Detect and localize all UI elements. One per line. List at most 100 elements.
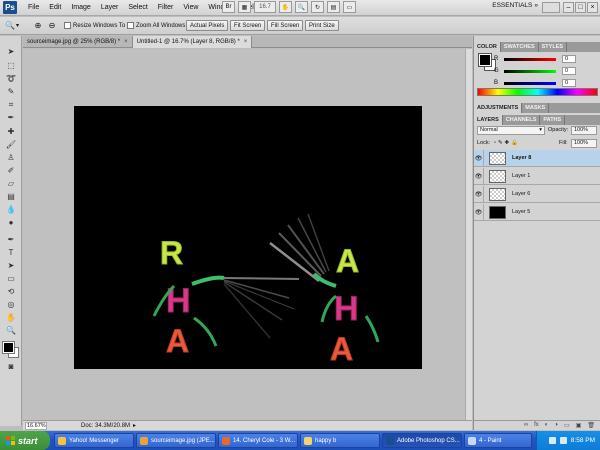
menu-file[interactable]: File <box>23 0 44 16</box>
workspace-switcher[interactable]: ESSENTIALS » <box>492 2 538 9</box>
3d-rotate-tool-icon[interactable]: ⟲ <box>5 286 17 297</box>
menu-view[interactable]: View <box>178 0 203 16</box>
new-group-icon[interactable]: ▭ <box>564 422 570 429</box>
task-sourceimage[interactable]: sourceimage.jpg (JPE... <box>136 433 216 448</box>
close-button[interactable]: × <box>587 2 598 13</box>
tab-color[interactable]: COLOR <box>474 42 501 52</box>
hand-tool-icon[interactable]: ✋ <box>279 1 292 13</box>
task-music[interactable]: 14. Cheryl Cole - 3 W... <box>218 433 298 448</box>
new-layer-icon[interactable]: ▣ <box>576 422 582 429</box>
maximize-button[interactable]: □ <box>575 2 586 13</box>
minimize-button[interactable]: – <box>563 2 574 13</box>
clock[interactable]: 8:58 PM <box>571 437 595 444</box>
eyedropper-tool-icon[interactable]: ✒ <box>5 112 17 123</box>
tab-sourceimage[interactable]: sourceimage.jpg @ 25% (RGB/8) * × <box>23 36 133 48</box>
eye-icon[interactable]: 👁 <box>474 203 484 221</box>
volume-icon[interactable] <box>559 437 567 444</box>
layer-row[interactable]: 👁 Layer 8 <box>474 149 600 167</box>
network-icon[interactable] <box>548 437 556 444</box>
close-tab-icon[interactable]: × <box>124 36 128 48</box>
fit-screen-button[interactable]: Fit Screen <box>230 20 266 31</box>
green-value[interactable]: 0 <box>562 67 576 75</box>
red-track[interactable] <box>504 57 556 61</box>
menu-layer[interactable]: Layer <box>96 0 124 16</box>
zoom-all-option[interactable]: Zoom All Windows <box>127 20 185 31</box>
status-zoom-field[interactable]: 16.67% <box>25 422 47 430</box>
eraser-tool-icon[interactable]: ▱ <box>5 178 17 189</box>
add-mask-icon[interactable]: ◐ <box>545 422 549 428</box>
blue-track[interactable] <box>504 81 556 85</box>
green-slider[interactable]: G 0 <box>494 66 594 76</box>
start-button[interactable]: start <box>0 431 50 450</box>
eye-icon[interactable]: 👁 <box>474 185 484 203</box>
menu-select[interactable]: Select <box>123 0 152 16</box>
tab-untitled-1[interactable]: Untitled-1 @ 16.7% (Layer 8, RGB/8) * × <box>132 36 253 48</box>
status-menu-arrow-icon[interactable]: ▸ <box>133 422 136 430</box>
fill-screen-button[interactable]: Fill Screen <box>267 20 304 31</box>
zoom-tool-icon[interactable]: 🔍 <box>5 325 17 336</box>
foreground-color-swatch[interactable] <box>2 341 15 354</box>
zoom-level-box[interactable]: 16.7 <box>254 1 276 13</box>
screen-mode-icon[interactable]: ▭ <box>343 1 356 13</box>
actual-pixels-button[interactable]: Actual Pixels <box>186 20 229 31</box>
layer-row[interactable]: 👁 Layer 5 <box>474 203 600 221</box>
type-tool-icon[interactable]: T <box>5 247 17 258</box>
history-brush-tool-icon[interactable]: ✐ <box>5 165 17 176</box>
lasso-tool-icon[interactable]: ➰ <box>5 73 17 84</box>
tab-swatches[interactable]: SWATCHES <box>501 42 539 52</box>
cs-live-button[interactable] <box>542 2 560 13</box>
tab-channels[interactable]: CHANNELS <box>503 115 541 125</box>
layer-style-icon[interactable]: fx <box>534 422 539 428</box>
zoom-in-button[interactable]: ⊕ <box>32 20 44 31</box>
pen-tool-icon[interactable]: ✒ <box>5 234 17 245</box>
eye-icon[interactable]: 👁 <box>474 149 484 167</box>
vertical-scrollbar[interactable] <box>465 49 472 420</box>
quick-mask-icon[interactable]: ◙ <box>5 361 17 372</box>
hand-tool-icon[interactable]: ✋ <box>5 312 17 323</box>
crop-tool-icon[interactable]: ⌗ <box>5 99 17 110</box>
path-selection-tool-icon[interactable]: ➤ <box>5 260 17 271</box>
blend-mode-select[interactable]: Normal ▾ <box>477 126 545 135</box>
red-slider[interactable]: R 0 <box>494 54 594 64</box>
marquee-tool-icon[interactable]: ⬚ <box>5 60 17 71</box>
menu-filter[interactable]: Filter <box>153 0 179 16</box>
task-paint[interactable]: 4 - Paint <box>464 433 532 448</box>
eye-icon[interactable]: 👁 <box>474 167 484 185</box>
fill-field[interactable]: 100% <box>571 139 597 148</box>
panel-foreground-color[interactable] <box>478 53 492 67</box>
resize-windows-checkbox[interactable] <box>64 22 71 29</box>
task-photoshop[interactable]: Adobe Photoshop CS... <box>382 433 462 448</box>
tab-paths[interactable]: PATHS <box>540 115 566 125</box>
adjustment-layer-icon[interactable]: ◑ <box>554 422 558 428</box>
arrange-documents-icon[interactable]: ▤ <box>327 1 340 13</box>
quick-selection-tool-icon[interactable]: ✎ <box>5 86 17 97</box>
print-size-button[interactable]: Print Size <box>305 20 339 31</box>
layer-row[interactable]: 👁 Layer 6 <box>474 185 600 203</box>
clone-stamp-tool-icon[interactable]: ♙ <box>5 152 17 163</box>
shape-tool-icon[interactable]: ▭ <box>5 273 17 284</box>
blur-tool-icon[interactable]: 💧 <box>5 204 17 215</box>
brush-tool-icon[interactable]: 🖌 <box>5 139 17 150</box>
task-yahoo-messenger[interactable]: Yahoo! Messenger <box>54 433 134 448</box>
red-value[interactable]: 0 <box>562 55 576 63</box>
document-canvas[interactable]: R H A A H A <box>74 106 422 369</box>
blue-slider[interactable]: B 0 <box>494 78 594 88</box>
trash-icon[interactable]: 🗑 <box>587 422 595 429</box>
zoom-all-checkbox[interactable] <box>127 22 134 29</box>
bridge-icon[interactable]: Br <box>222 1 235 13</box>
opacity-field[interactable]: 100% <box>571 126 597 135</box>
zoom-preset[interactable]: 🔍 ▾ <box>4 20 19 31</box>
link-layers-icon[interactable]: ∞ <box>524 422 528 428</box>
menu-image[interactable]: Image <box>66 0 95 16</box>
lock-icons[interactable]: ▫✎✚🔒 <box>494 139 520 148</box>
close-tab-icon[interactable]: × <box>244 36 248 48</box>
3d-orbit-tool-icon[interactable]: ◎ <box>5 299 17 310</box>
move-tool-icon[interactable]: ➤ <box>5 46 17 57</box>
dodge-tool-icon[interactable]: ● <box>5 217 17 228</box>
gradient-tool-icon[interactable]: ▤ <box>5 191 17 202</box>
tab-layers[interactable]: LAYERS <box>474 115 503 125</box>
tab-masks[interactable]: MASKS <box>522 103 550 113</box>
tab-adjustments[interactable]: ADJUSTMENTS <box>474 103 523 113</box>
color-spectrum[interactable] <box>477 88 598 96</box>
blue-value[interactable]: 0 <box>562 79 576 87</box>
